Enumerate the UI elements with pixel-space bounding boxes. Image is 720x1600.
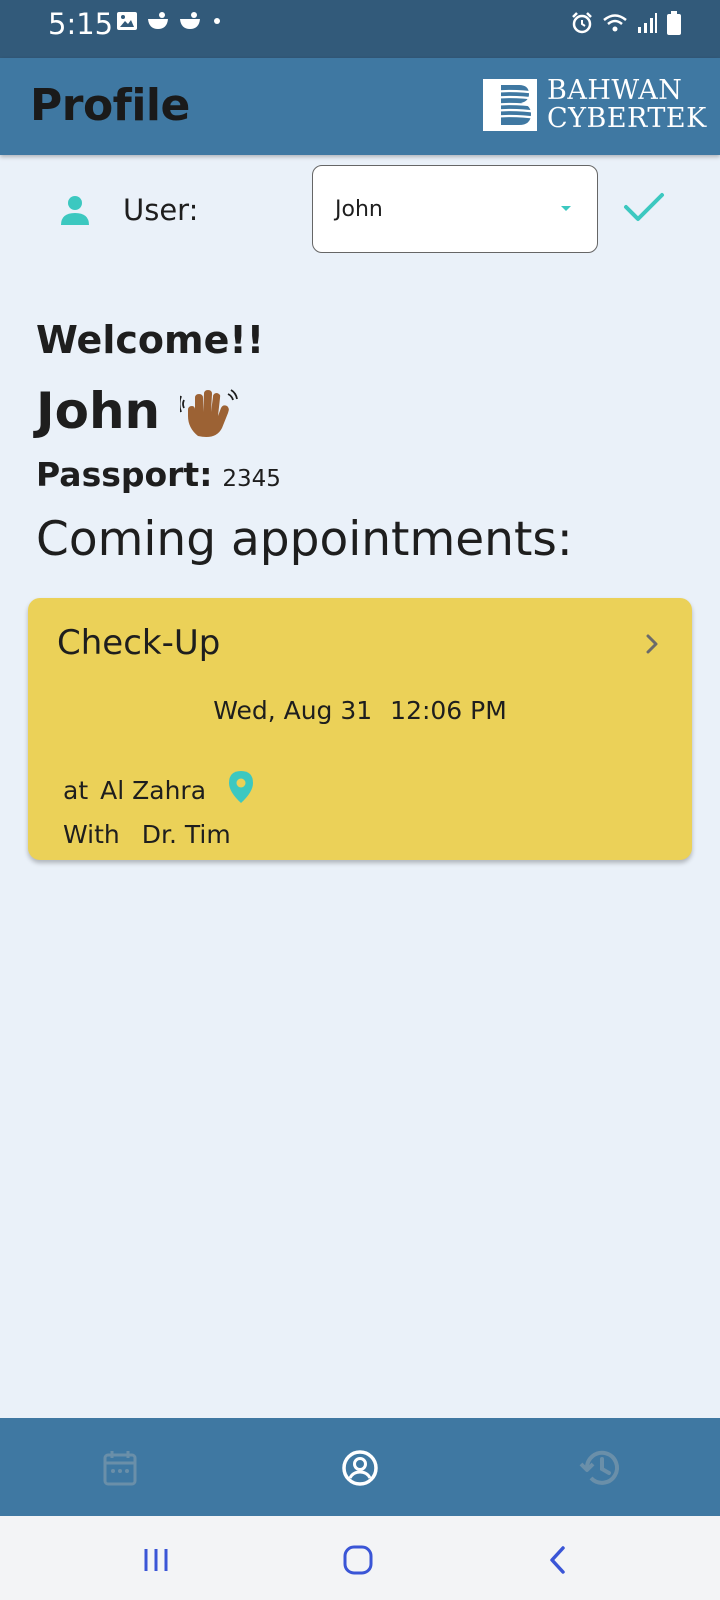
notification-app-icon (178, 10, 202, 36)
back-button[interactable] (538, 1540, 578, 1580)
appointment-location: at Al Zahra (63, 770, 254, 810)
logo-line-1: BAHWAN (547, 75, 683, 106)
back-icon (550, 1546, 565, 1574)
appointment-date: Wed, Aug 31 (213, 696, 373, 725)
appointment-card[interactable]: Check-Up Wed, Aug 31 12:06 PM at Al Zahra… (28, 598, 692, 860)
app-bar: Profile BAHWAN CYBERTEK (0, 58, 720, 155)
check-icon[interactable] (622, 187, 666, 231)
bottom-navigation (0, 1418, 720, 1516)
more-dot-icon (210, 10, 224, 36)
appointment-time: 12:06 PM (390, 696, 507, 725)
account-circle-icon (342, 1450, 378, 1486)
status-system-icons (562, 10, 682, 40)
company-logo: BAHWAN CYBERTEK (483, 77, 706, 133)
nav-history-tab[interactable] (570, 1440, 630, 1496)
nav-profile-tab[interactable] (330, 1440, 390, 1496)
signal-icon (636, 11, 658, 39)
status-notification-icons (108, 10, 224, 36)
home-button[interactable] (338, 1540, 378, 1580)
history-icon (579, 1450, 619, 1485)
waving-hand-icon (178, 388, 238, 444)
wifi-icon (602, 11, 628, 39)
recent-apps-icon (144, 1549, 168, 1571)
appointment-datetime: Wed, Aug 31 12:06 PM (28, 696, 692, 725)
user-label: User: (123, 193, 199, 227)
doctor-prefix: With (63, 820, 120, 849)
welcome-heading: Welcome!! (36, 318, 265, 362)
battery-icon (666, 10, 682, 40)
user-selector-row: User: John (0, 165, 720, 253)
alarm-icon (570, 11, 594, 39)
image-icon (116, 10, 138, 36)
location-name: Al Zahra (100, 775, 207, 805)
status-bar: 5:15 (0, 0, 720, 58)
appointment-type: Check-Up (57, 623, 221, 663)
page-title: Profile (30, 80, 190, 131)
location-pin-icon[interactable] (228, 770, 254, 810)
status-time: 5:15 (48, 7, 114, 41)
appointment-doctor: With Dr. Tim (63, 820, 231, 849)
user-dropdown-value: John (335, 197, 383, 222)
profile-screen: 5:15 Profile BAHWAN CYBERTEK User: John … (0, 0, 720, 1600)
passport-row: Passport: 2345 (36, 455, 281, 494)
passport-label: Passport: (36, 455, 213, 494)
appointments-heading: Coming appointments: (36, 512, 573, 567)
nav-appointments-tab[interactable] (90, 1440, 150, 1496)
calendar-icon (103, 1451, 137, 1486)
notification-app-icon (146, 10, 170, 36)
recent-apps-button[interactable] (136, 1540, 176, 1580)
logo-line-2: CYBERTEK (547, 103, 707, 134)
dropdown-caret-icon (561, 206, 571, 211)
system-navigation-bar (0, 1516, 720, 1600)
doctor-name: Dr. Tim (141, 820, 231, 849)
logo-mark-icon (483, 79, 537, 131)
chevron-right-icon[interactable] (644, 632, 660, 660)
user-dropdown[interactable]: John (312, 165, 598, 253)
passport-value: 2345 (222, 466, 281, 492)
home-icon (343, 1545, 373, 1575)
location-prefix: at (63, 775, 89, 805)
logo-text: BAHWAN CYBERTEK (547, 75, 707, 134)
user-name: John (36, 382, 161, 440)
person-icon (58, 193, 92, 231)
